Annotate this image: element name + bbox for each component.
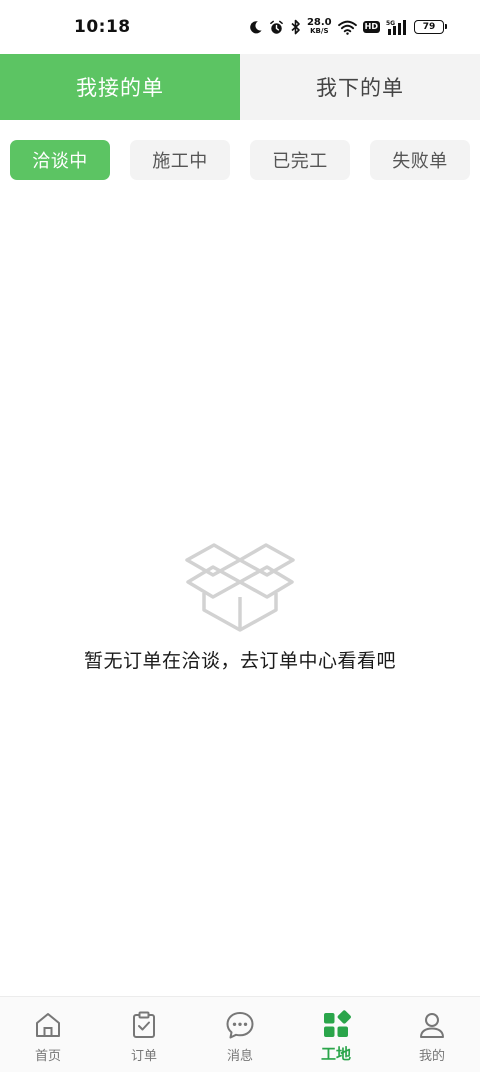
nav-orders[interactable]: 订单	[96, 997, 192, 1072]
bottom-nav: 首页 订单 消息 工地 我的	[0, 996, 480, 1072]
status-time: 10:18	[74, 17, 131, 37]
empty-message: 暂无订单在洽谈，去订单中心看看吧	[83, 650, 396, 672]
nav-profile[interactable]: 我的	[384, 997, 480, 1072]
moon-icon	[250, 20, 262, 33]
filter-failed[interactable]: 失败单	[370, 140, 470, 180]
nav-home-label: 首页	[34, 1049, 61, 1064]
user-icon	[420, 1013, 444, 1038]
net-speed-unit: KB/S	[310, 27, 329, 35]
nav-profile-label: 我的	[418, 1049, 445, 1064]
status-icons: 28.0 KB/S HD 5G 79	[248, 18, 447, 36]
clipboard-check-icon	[133, 1011, 155, 1038]
nav-orders-label: 订单	[130, 1049, 157, 1064]
hd-badge: HD	[362, 21, 380, 33]
nav-worksite-label: 工地	[320, 1045, 351, 1063]
chat-bubble-icon	[226, 1012, 254, 1039]
nav-home[interactable]: 首页	[0, 997, 96, 1072]
empty-box-icon	[185, 543, 295, 632]
status-bar: 10:18 28.0 KB/S HD 5G 79	[0, 0, 480, 54]
bluetooth-icon	[291, 19, 300, 35]
filter-negotiating[interactable]: 洽谈中	[10, 140, 110, 180]
filter-completed[interactable]: 已完工	[250, 140, 350, 180]
status-filter-tabs: 洽谈中 施工中 已完工 失败单	[10, 140, 470, 180]
net-speed-value: 28.0	[306, 17, 332, 28]
battery-level: 79	[422, 22, 436, 32]
tab-orders-received[interactable]: 我接的单	[0, 54, 240, 120]
signal-icon: 5G	[386, 20, 406, 35]
alarm-icon	[270, 20, 283, 34]
nav-messages-label: 消息	[226, 1049, 253, 1064]
screen: 10:18 28.0 KB/S HD 5G 79 我接的单 我下的单 洽谈中 施…	[0, 0, 480, 1072]
filter-in-construction[interactable]: 施工中	[130, 140, 230, 180]
tab-orders-placed[interactable]: 我下的单	[240, 54, 480, 120]
nav-worksite[interactable]: 工地	[288, 997, 384, 1072]
empty-state: 暂无订单在洽谈，去订单中心看看吧	[0, 540, 480, 673]
grid-blocks-icon	[324, 1010, 351, 1037]
main-tabs: 我接的单 我下的单	[0, 54, 480, 120]
battery-icon: 79	[414, 20, 447, 34]
home-icon	[36, 1013, 60, 1037]
net-speed: 28.0 KB/S	[307, 18, 332, 36]
wifi-icon	[337, 20, 357, 35]
nav-messages[interactable]: 消息	[192, 997, 288, 1072]
signal-label: 5G	[386, 20, 395, 27]
